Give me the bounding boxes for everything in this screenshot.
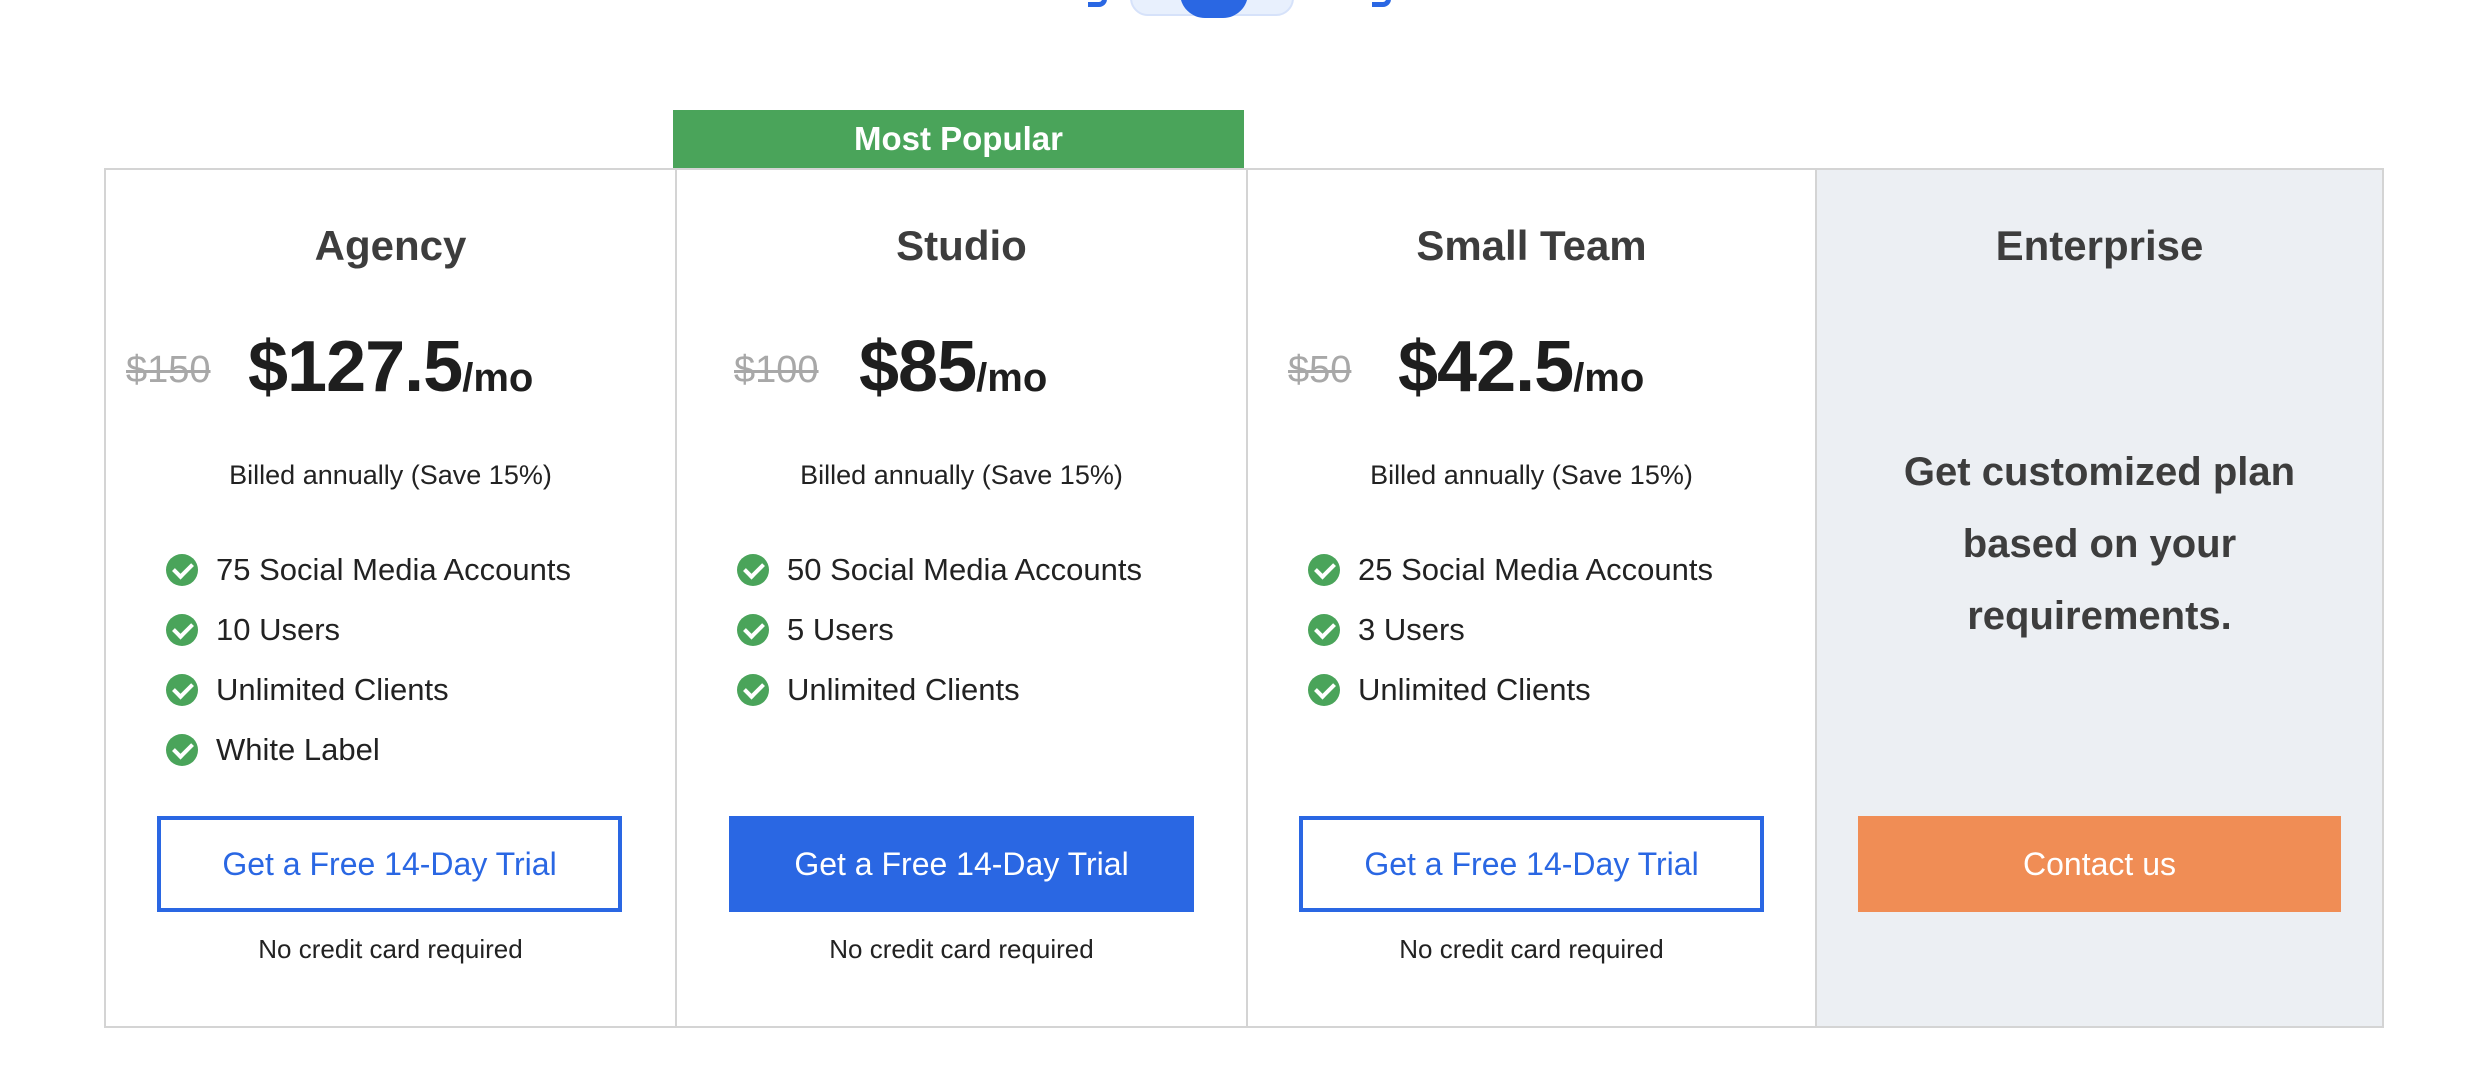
check-circle-icon xyxy=(166,734,198,766)
feature-item: 10 Users xyxy=(166,600,571,660)
feature-item: Unlimited Clients xyxy=(1308,660,1713,720)
price-amount: $127.5 xyxy=(248,327,463,407)
feature-list: 75 Social Media Accounts 10 Users Unlimi… xyxy=(166,540,571,780)
enterprise-description: Get customized plan based on your requir… xyxy=(1903,450,2296,638)
feature-label: 3 Users xyxy=(1358,612,1465,647)
plan-name: Small Team xyxy=(1416,222,1647,269)
billing-note: Billed annually (Save 15%) xyxy=(229,460,552,490)
no-credit-card-note: No credit card required xyxy=(829,934,1094,964)
feature-label: 25 Social Media Accounts xyxy=(1358,552,1713,587)
price-amount: $85 xyxy=(859,327,977,407)
no-credit-card-note: No credit card required xyxy=(1399,934,1664,964)
discounted-price: $42.5/mo xyxy=(1398,326,1644,408)
feature-item: Unlimited Clients xyxy=(737,660,1142,720)
feature-item: 5 Users xyxy=(737,600,1142,660)
plan-card-agency: Agency $150 $127.5/mo Billed annually (S… xyxy=(106,170,675,1026)
feature-label: Unlimited Clients xyxy=(787,672,1020,707)
no-credit-card-note: No credit card required xyxy=(258,934,523,964)
toggle-right-label-fragment xyxy=(1364,0,1400,8)
price-row: $100 $85/mo xyxy=(677,326,1246,408)
plan-card-small-team: Small Team $50 $42.5/mo Billed annually … xyxy=(1246,170,1815,1026)
check-circle-icon xyxy=(166,614,198,646)
billing-note: Billed annually (Save 15%) xyxy=(1370,460,1693,490)
discounted-price: $85/mo xyxy=(859,326,1047,408)
feature-list: 50 Social Media Accounts 5 Users Unlimit… xyxy=(737,540,1142,720)
feature-label: 75 Social Media Accounts xyxy=(216,552,571,587)
contact-us-button[interactable]: Contact us xyxy=(1858,816,2341,912)
original-price: $150 xyxy=(126,349,211,391)
price-amount: $42.5 xyxy=(1398,327,1574,407)
billing-note: Billed annually (Save 15%) xyxy=(800,460,1123,490)
feature-item: 3 Users xyxy=(1308,600,1713,660)
check-circle-icon xyxy=(737,614,769,646)
check-circle-icon xyxy=(1308,674,1340,706)
plan-card-enterprise: Enterprise Get customized plan based on … xyxy=(1815,170,2382,1026)
plan-card-studio: Studio $100 $85/mo Billed annually (Save… xyxy=(675,170,1246,1026)
price-period: /mo xyxy=(462,356,534,400)
feature-label: 50 Social Media Accounts xyxy=(787,552,1142,587)
original-price: $100 xyxy=(734,349,819,391)
price-row: $50 $42.5/mo xyxy=(1248,326,1815,408)
free-trial-button[interactable]: Get a Free 14-Day Trial xyxy=(157,816,622,912)
plan-name: Studio xyxy=(896,222,1027,269)
feature-item: Unlimited Clients xyxy=(166,660,571,720)
feature-label: 5 Users xyxy=(787,612,894,647)
check-circle-icon xyxy=(737,674,769,706)
feature-label: Unlimited Clients xyxy=(216,672,449,707)
plan-name: Agency xyxy=(314,222,467,269)
most-popular-badge: Most Popular xyxy=(673,110,1244,168)
free-trial-button[interactable]: Get a Free 14-Day Trial xyxy=(729,816,1194,912)
billing-toggle[interactable] xyxy=(1080,0,1400,18)
check-circle-icon xyxy=(166,554,198,586)
feature-item: 25 Social Media Accounts xyxy=(1308,540,1713,600)
pricing-plans: Agency $150 $127.5/mo Billed annually (S… xyxy=(104,168,2384,1028)
check-circle-icon xyxy=(737,554,769,586)
free-trial-button[interactable]: Get a Free 14-Day Trial xyxy=(1299,816,1764,912)
feature-list: 25 Social Media Accounts 3 Users Unlimit… xyxy=(1308,540,1713,720)
original-price: $50 xyxy=(1288,349,1352,391)
price-period: /mo xyxy=(1573,356,1645,400)
feature-label: White Label xyxy=(216,732,380,767)
feature-item: 50 Social Media Accounts xyxy=(737,540,1142,600)
plan-name: Enterprise xyxy=(1995,222,2204,269)
price-row: $150 $127.5/mo xyxy=(106,326,675,408)
pricing-page: Most Popular Agency $150 $127.5/mo Bille… xyxy=(0,0,2468,1066)
toggle-left-label-fragment xyxy=(1080,0,1116,8)
check-circle-icon xyxy=(166,674,198,706)
feature-label: Unlimited Clients xyxy=(1358,672,1591,707)
check-circle-icon xyxy=(1308,554,1340,586)
feature-item: White Label xyxy=(166,720,571,780)
discounted-price: $127.5/mo xyxy=(248,326,533,408)
feature-item: 75 Social Media Accounts xyxy=(166,540,571,600)
feature-label: 10 Users xyxy=(216,612,341,647)
price-period: /mo xyxy=(976,356,1048,400)
check-circle-icon xyxy=(1308,614,1340,646)
